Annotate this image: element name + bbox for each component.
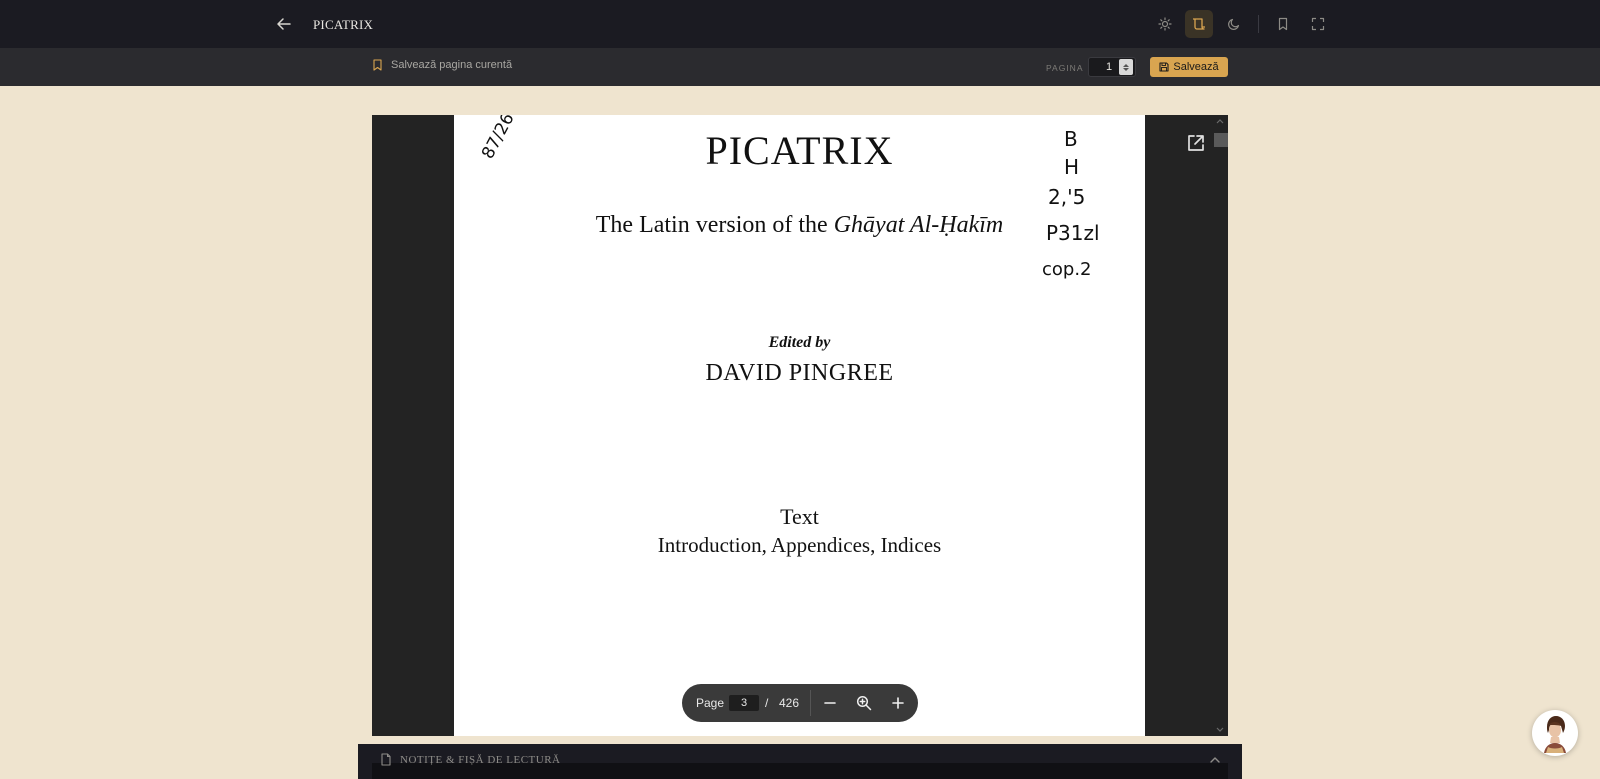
page-stepper[interactable]: [1119, 59, 1133, 75]
plus-icon: [892, 697, 904, 709]
pdf-scrollbar[interactable]: [1212, 115, 1228, 736]
handwritten-note-right-5: cop.2: [1042, 259, 1092, 280]
pagina-label: PAGINA: [1046, 63, 1084, 73]
handwritten-note-right-2: H: [1064, 155, 1080, 179]
handwritten-note-right-3: 2,'5: [1048, 185, 1086, 209]
pdf-page-input[interactable]: 3: [729, 695, 759, 711]
notes-panel: NOTIȚE & FIȘĂ DE LECTURĂ: [358, 744, 1242, 779]
scroll-up-icon[interactable]: [1216, 117, 1224, 125]
zoom-in-button[interactable]: [888, 693, 908, 713]
pdf-subtitle-italic: Ghāyat Al-Ḥakīm: [833, 212, 1004, 238]
sun-icon: [1158, 17, 1172, 31]
pdf-author: DAVID PINGREE: [705, 360, 894, 386]
document-icon: [381, 753, 391, 766]
minus-icon: [824, 702, 836, 704]
pdf-subtitle-prefix: The Latin version of the: [595, 212, 834, 238]
moon-icon: [1228, 18, 1240, 30]
stepper-down-icon[interactable]: [1123, 67, 1129, 71]
top-bar: PICATRIX: [0, 0, 1600, 48]
floppy-disk-icon: [1159, 62, 1169, 72]
scroll-thumb[interactable]: [1214, 133, 1228, 147]
bookmark-icon: [373, 59, 382, 71]
save-current-page-link[interactable]: Salvează pagina curentă: [372, 59, 512, 71]
handwritten-note-right-1: B: [1064, 127, 1078, 151]
save-current-page-label: Salvează pagina curentă: [391, 59, 513, 71]
pdf-page: PICATRIX The Latin version of the Ghāyat…: [454, 115, 1145, 736]
arrow-left-icon: [277, 18, 291, 30]
avatar-icon: [1544, 716, 1566, 753]
zoom-out-button[interactable]: [820, 693, 840, 713]
toolbar-divider: [1258, 15, 1259, 33]
zoom-fit-button[interactable]: [854, 693, 874, 713]
document-title: PICATRIX: [313, 17, 374, 32]
pdf-page-label: Page: [696, 696, 725, 710]
bookmark-button[interactable]: [1269, 10, 1297, 38]
pdf-edited-by: Edited by: [768, 334, 831, 351]
light-theme-button[interactable]: [1151, 10, 1179, 38]
pdf-title: PICATRIX: [705, 128, 894, 173]
save-button-label: Salvează: [1173, 61, 1219, 73]
open-in-new-window-button[interactable]: [1186, 133, 1206, 153]
pdf-contents-line: Introduction, Appendices, Indices: [657, 533, 942, 557]
chevron-up-icon[interactable]: [1208, 753, 1222, 767]
zoom-icon: [856, 695, 872, 711]
pdf-toolbar: Page 3 / 426: [682, 684, 918, 722]
external-link-icon: [1188, 135, 1204, 151]
back-button[interactable]: [272, 12, 296, 36]
page-number-value: 1: [1106, 61, 1113, 73]
save-button[interactable]: Salvează: [1150, 57, 1228, 77]
pdf-text-line: Text: [780, 504, 819, 529]
scroll-down-icon[interactable]: [1216, 726, 1224, 734]
scroll-icon: [1193, 18, 1205, 30]
pdf-toolbar-divider: [810, 690, 811, 716]
bookmark-icon: [1278, 17, 1288, 31]
sepia-theme-button[interactable]: [1185, 10, 1213, 38]
notes-panel-label: NOTIȚE & FIȘĂ DE LECTURĂ: [400, 753, 561, 766]
pdf-viewer[interactable]: PICATRIX The Latin version of the Ghāyat…: [372, 115, 1228, 736]
pdf-page-separator: /: [765, 696, 769, 710]
save-bar: Salvează pagina curentă PAGINA 1 Salveaz…: [0, 48, 1600, 86]
fullscreen-button[interactable]: [1304, 10, 1332, 38]
dark-theme-button[interactable]: [1220, 10, 1248, 38]
pdf-total-pages: 426: [779, 696, 800, 710]
notes-panel-toggle[interactable]: NOTIȚE & FIȘĂ DE LECTURĂ: [380, 753, 561, 766]
pdf-subtitle: The Latin version of the Ghāyat Al-Ḥakīm: [454, 212, 1145, 239]
assistant-avatar-button[interactable]: [1532, 710, 1578, 756]
page-number-input[interactable]: 1: [1088, 57, 1136, 77]
fullscreen-icon: [1311, 17, 1325, 31]
handwritten-note-right-4: P31zl: [1046, 221, 1100, 245]
stepper-up-icon[interactable]: [1123, 63, 1129, 67]
